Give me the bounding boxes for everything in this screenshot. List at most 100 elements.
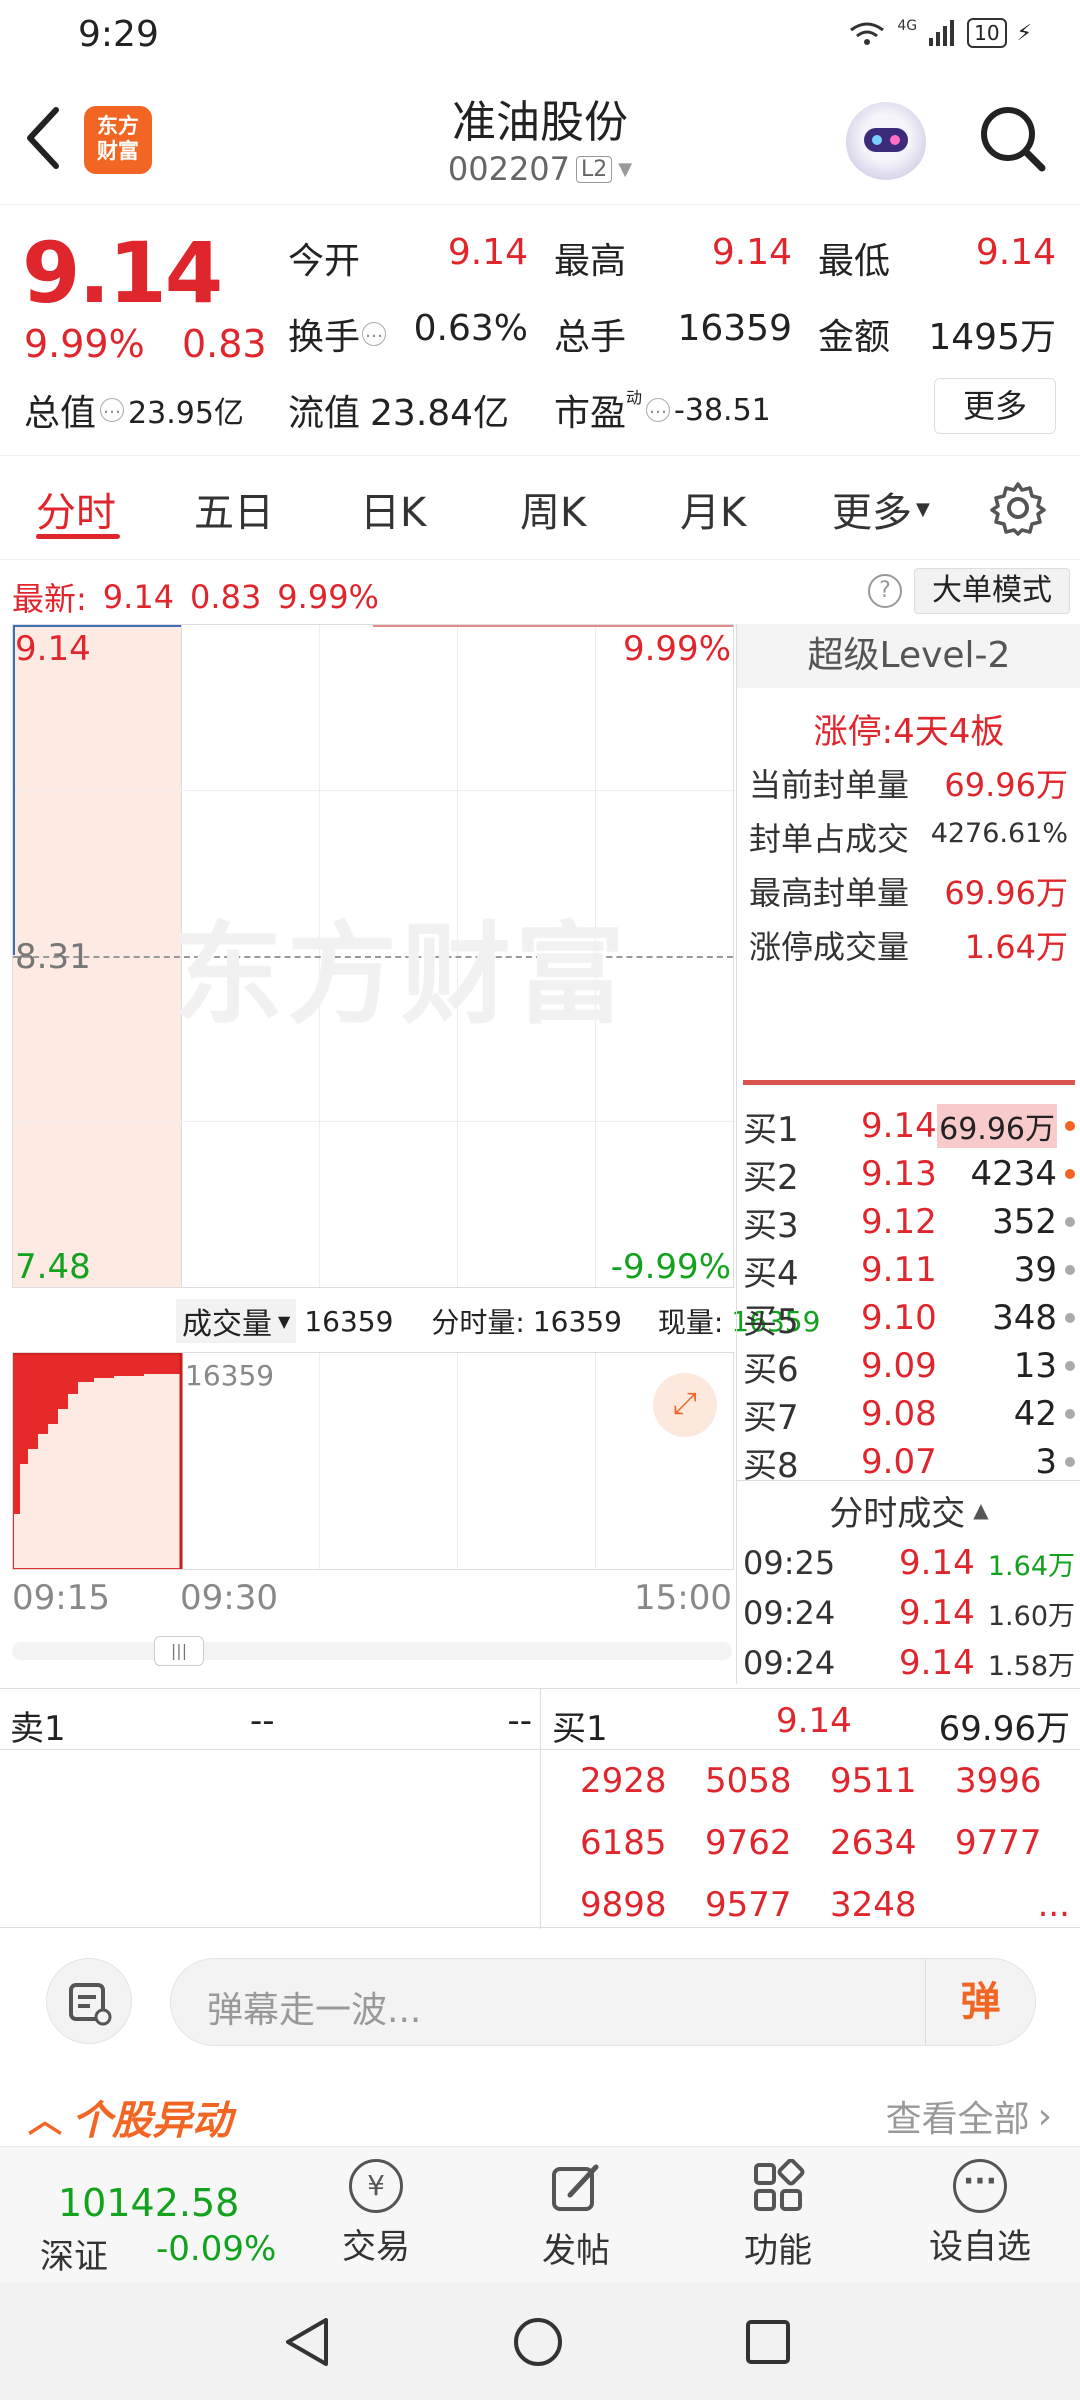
- limit-volume-value: 1.64万: [964, 928, 1068, 966]
- change-pct: 9.99%: [24, 322, 145, 366]
- pe-row[interactable]: 市盈 动 … -38.51: [554, 384, 771, 436]
- trade-row: 09:24 9.14 1.60万: [737, 1588, 1080, 1638]
- search-icon[interactable]: [976, 102, 1048, 174]
- help-icon[interactable]: ?: [868, 574, 902, 608]
- sell1-label: 卖1: [10, 1709, 66, 1749]
- danmu-input[interactable]: 弹幕走一波...: [207, 1981, 421, 2033]
- expand-icon[interactable]: ⤢: [653, 1373, 717, 1437]
- bid-price: 9.07: [861, 1442, 937, 1482]
- queue-order: 2928: [580, 1761, 667, 1801]
- bid-row[interactable]: 买3 9.12 352: [737, 1198, 1080, 1246]
- tab-five-day[interactable]: 五日: [194, 480, 274, 538]
- volume-chart[interactable]: 16359 ⤢: [12, 1352, 734, 1570]
- seal-current-value: 69.96万: [944, 766, 1068, 804]
- toolbar-trade[interactable]: ¥ 交易: [316, 2159, 436, 2269]
- status-time: 9:29: [78, 14, 159, 55]
- bid-row[interactable]: 买2 9.13 4234: [737, 1150, 1080, 1198]
- y-axis-bottom: 7.48: [15, 1247, 91, 1287]
- order-dot: [1065, 1121, 1075, 1131]
- y-axis-top: 9.14: [15, 629, 91, 669]
- movement-title-row[interactable]: ︿ 个股异动: [28, 2088, 232, 2146]
- seal-ratio-value: 4276.61%: [930, 818, 1068, 849]
- tab-fenshi[interactable]: 分时: [36, 480, 116, 538]
- bid-price: 9.10: [861, 1298, 937, 1338]
- index-pct: -0.09%: [156, 2229, 277, 2269]
- toolbar-add-watchlist-label: 设自选: [929, 2227, 1031, 2267]
- pe-superscript: 动: [626, 388, 643, 407]
- trade-time: 09:24: [743, 1644, 836, 1682]
- level2-title[interactable]: 超级Level-2: [737, 624, 1080, 688]
- bid-label: 买5: [743, 1301, 799, 1342]
- caret-up-icon: ▲: [973, 1498, 989, 1522]
- y-axis-mid: 8.31: [15, 937, 91, 977]
- large-order-mode-button[interactable]: 大单模式: [914, 568, 1070, 614]
- limit-volume-label: 涨停成交量: [749, 928, 910, 966]
- index-ticker[interactable]: 10142.58 深证 -0.09%: [12, 2159, 292, 2277]
- robot-assistant-icon[interactable]: [846, 102, 926, 182]
- view-all-link[interactable]: 查看全部 ›: [886, 2090, 1052, 2142]
- bid-row[interactable]: 买5 9.10 348: [737, 1294, 1080, 1342]
- danmu-input-wrap: 弹幕走一波... 弹: [170, 1958, 1036, 2046]
- tab-day-k[interactable]: 日K: [360, 480, 426, 538]
- tab-indicator: [36, 534, 120, 539]
- tab-week-k[interactable]: 周K: [520, 480, 586, 538]
- bid-row[interactable]: 买8 9.07 3: [737, 1438, 1080, 1486]
- market-cap-row[interactable]: 总值 … 23.95亿: [24, 384, 244, 436]
- trades-list: 09:25 9.14 1.64万 09:24 9.14 1.60万 09:24 …: [737, 1538, 1080, 1688]
- index-value: 10142.58: [58, 2181, 240, 2225]
- order-dot: [1065, 1217, 1075, 1227]
- amount-value: 1495万: [928, 317, 1056, 358]
- nav-recents-icon[interactable]: [744, 2318, 792, 2366]
- sell1-price: --: [250, 1701, 275, 1741]
- pct-axis-top: 9.99%: [622, 629, 731, 669]
- open-value: 9.14: [447, 232, 528, 273]
- turnover-label: 换手: [288, 317, 361, 358]
- bid-row[interactable]: 买6 9.09 13: [737, 1342, 1080, 1390]
- volume-header: 成交量 ▼ 16359 分时量: 16359 现量: 16359: [176, 1298, 820, 1344]
- pct-axis-bottom: -9.99%: [610, 1247, 731, 1287]
- grid-icon: [754, 2158, 805, 2211]
- queue-order: 5058: [705, 1761, 792, 1801]
- bid-row[interactable]: 买1 9.14 69.96万: [737, 1102, 1080, 1150]
- queue-more[interactable]: ...: [955, 1885, 1080, 1925]
- toolbar-trade-label: 交易: [342, 2227, 410, 2267]
- toolbar-functions[interactable]: 功能: [718, 2158, 838, 2271]
- movement-header: ︿ 个股异动 查看全部 ›: [0, 2076, 1080, 2146]
- order-dot: [1065, 1313, 1075, 1323]
- latest-label: 最新:: [12, 580, 87, 618]
- caret-down-icon: ▼: [916, 498, 930, 520]
- more-button[interactable]: 更多: [934, 378, 1056, 434]
- order-dot: [1065, 1169, 1075, 1179]
- nav-back-icon[interactable]: [282, 2316, 332, 2368]
- status-icons: 4G 10 ⚡: [847, 18, 1032, 48]
- pe-value: -38.51: [674, 392, 771, 428]
- gear-icon[interactable]: [990, 480, 1046, 536]
- bid-price: 9.09: [861, 1346, 937, 1386]
- network-type: 4G: [897, 18, 918, 34]
- volume-selector[interactable]: 成交量 ▼: [176, 1299, 297, 1343]
- bid-label: 买1: [743, 1109, 799, 1150]
- danmu-send-button[interactable]: 弹: [925, 1959, 1035, 2045]
- pe-label: 市盈: [554, 393, 627, 434]
- danmu-bar: 弹幕走一波... 弹: [0, 1930, 1080, 2076]
- price-line-top: [13, 625, 181, 627]
- trades-header[interactable]: 分时成交 ▲: [737, 1484, 1080, 1536]
- danmu-settings-icon[interactable]: [46, 1958, 132, 2044]
- toolbar-add-watchlist[interactable]: ··· 设自选: [920, 2159, 1040, 2269]
- bid-row[interactable]: 买4 9.11 39: [737, 1246, 1080, 1294]
- time-axis-open: 09:30: [180, 1578, 278, 1618]
- trade-row: 09:24 9.14 1.58万: [737, 1638, 1080, 1688]
- intraday-chart[interactable]: 东方财富 9.14 8.31 7.48 9.99% -9.99%: [12, 624, 734, 1288]
- turnover-label-row[interactable]: 换手 …: [288, 308, 387, 360]
- bid-price: 9.14: [861, 1106, 937, 1146]
- volume-max-label: 16359: [185, 1359, 275, 1392]
- trades-title: 分时成交: [829, 1493, 966, 1534]
- turnover-value: 0.63%: [413, 308, 528, 349]
- nav-home-icon[interactable]: [512, 2316, 564, 2368]
- tab-month-k[interactable]: 月K: [680, 480, 746, 538]
- bid-row[interactable]: 买7 9.08 42: [737, 1390, 1080, 1438]
- toolbar-post[interactable]: 发帖: [516, 2159, 636, 2271]
- tab-more[interactable]: 更多 ▼: [832, 480, 930, 538]
- wifi-icon: [850, 22, 885, 45]
- chart-scroll-handle[interactable]: |||: [154, 1636, 204, 1666]
